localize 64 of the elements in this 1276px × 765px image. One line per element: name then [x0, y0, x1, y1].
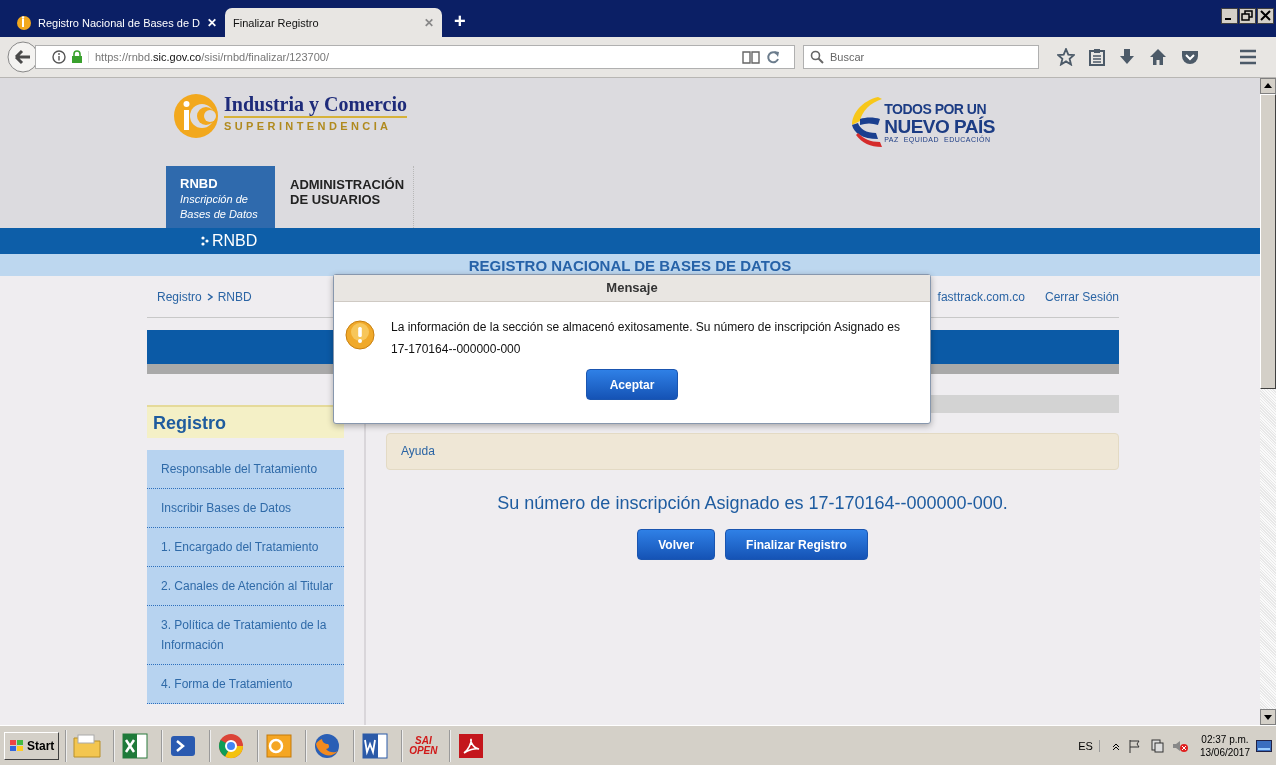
sidebar-item[interactable]: 1. Encargado del Tratamiento [147, 528, 344, 567]
menu-icon[interactable] [1239, 49, 1257, 65]
speaker-muted-icon[interactable] [1171, 738, 1188, 753]
address-bar[interactable]: https://rnbd.sic.gov.co/sisi/rnbd/finalizar/123700/ [35, 45, 795, 69]
breadcrumb-link[interactable]: Registro [157, 289, 202, 304]
sidebar-item[interactable]: 4. Forma de Tratamiento [147, 665, 344, 704]
browser-tab[interactable]: Finalizar Registro ✕ [225, 8, 442, 37]
spreadsheet-icon[interactable] [120, 730, 151, 761]
sidebar-title: Registro [147, 405, 344, 438]
action-button[interactable]: Volver [637, 529, 716, 560]
chevron-up-icon[interactable] [1111, 741, 1120, 750]
nav-tab[interactable]: RNBD Inscripción de Bases de Datos [166, 166, 275, 228]
logo-subtitle: SUPERINTENDENCIA [224, 120, 393, 132]
logo-title: Industria y Comercio [224, 92, 407, 118]
section-bar: RNBD [0, 228, 1260, 254]
app-launcher[interactable]: SAI OPEN [406, 735, 441, 756]
start-button[interactable]: Start [4, 731, 60, 760]
windows-logo-icon [9, 738, 25, 753]
dialog-message: La información de la sección se almacenó exitosamente. Su número de inscripción Asignado es 17-170164--000000-000 [391, 319, 901, 358]
document-icon[interactable] [360, 730, 391, 761]
minimize-icon[interactable] [1221, 8, 1238, 24]
scroll-up-icon[interactable] [1260, 78, 1276, 94]
favicon-icon [16, 14, 32, 31]
network-icon[interactable] [1149, 738, 1164, 753]
new-tab-button[interactable]: + [454, 9, 466, 33]
logout-link[interactable]: Cerrar Sesión [1044, 289, 1119, 304]
accept-button[interactable]: Aceptar [586, 369, 678, 400]
sidebar-item[interactable]: 3. Política de Tratamiento de la Información [147, 606, 344, 665]
sidebar-item[interactable]: Responsable del Tratamiento [147, 450, 344, 489]
action-button[interactable]: Finalizar Registro [725, 529, 868, 560]
breadcrumb-link[interactable]: RNBD [217, 289, 252, 304]
dialog-title: Mensaje [334, 275, 930, 302]
browser-tab[interactable]: Registro Nacional de Bases de D ✕ [8, 8, 225, 37]
campaign-text: NUEVO PAÍS [884, 116, 995, 136]
scrollbar-thumb[interactable] [1260, 94, 1276, 389]
sidebar-item[interactable]: 2. Canales de Atención al Titular [147, 567, 344, 606]
language-indicator[interactable]: ES [1078, 739, 1100, 752]
star-icon[interactable] [1057, 48, 1075, 66]
download-icon[interactable] [1119, 48, 1135, 66]
search-icon [810, 50, 824, 64]
page-heading: REGISTRO NACIONAL DE BASES DE DATOS [0, 254, 1260, 276]
show-desktop-icon[interactable] [1256, 739, 1272, 752]
sidebar-item[interactable]: Inscribir Bases de Datos [147, 489, 344, 528]
pocket-icon[interactable] [1181, 49, 1199, 65]
registration-message: Su número de inscripción Asignado es 17-170164--000000-000. [496, 493, 1009, 514]
scroll-down-icon[interactable] [1260, 709, 1276, 725]
home-icon[interactable] [1149, 48, 1167, 66]
emblem-icon [172, 92, 220, 140]
warning-icon [345, 320, 375, 350]
restore-icon[interactable] [1239, 8, 1256, 24]
reload-icon[interactable] [765, 49, 781, 65]
lock-icon [71, 50, 83, 64]
tab-close-button[interactable]: ✕ [424, 15, 434, 30]
reader-view-icon[interactable] [742, 50, 760, 64]
user-email: fasttrack.com.co [937, 289, 1025, 304]
campaign-text: TODOS POR UN [884, 101, 987, 117]
flag-icon[interactable] [1127, 738, 1142, 753]
tab-close-button[interactable]: ✕ [207, 15, 217, 30]
info-icon [52, 50, 66, 64]
help-panel[interactable]: Ayuda [386, 433, 1119, 470]
clock[interactable]: 02:37 p.m. 13/06/2017 [1199, 732, 1250, 759]
search-field[interactable]: Buscar [803, 45, 1039, 69]
close-icon[interactable] [1257, 8, 1274, 24]
clipboard-icon[interactable] [1089, 48, 1105, 66]
